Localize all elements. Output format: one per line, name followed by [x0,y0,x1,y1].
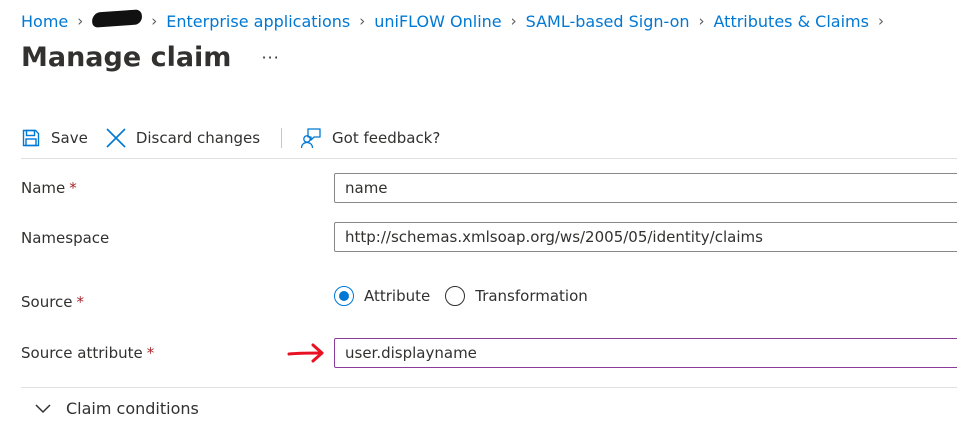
save-label: Save [51,129,88,147]
required-mark: * [76,293,85,311]
breadcrumb-home[interactable]: Home [21,12,68,31]
claim-conditions-toggle[interactable]: Claim conditions [35,399,199,418]
got-feedback-label: Got feedback? [332,129,441,147]
section-divider [21,387,957,388]
breadcrumb-attributes-claims[interactable]: Attributes & Claims [714,12,869,31]
got-feedback-button[interactable]: Got feedback? [300,127,440,149]
breadcrumb-enterprise-applications[interactable]: Enterprise applications [166,12,350,31]
chevron-right-icon: › [698,12,705,30]
source-attribute-label: Source attribute * [21,344,154,362]
claim-conditions-label: Claim conditions [66,399,199,418]
toolbar-divider [281,128,283,148]
chevron-right-icon: › [877,12,884,30]
chevron-down-icon [35,403,51,413]
namespace-label: Namespace [21,229,110,247]
radio-attribute-label: Attribute [364,287,431,305]
breadcrumb-saml-sign-on[interactable]: SAML-based Sign-on [526,12,690,31]
namespace-input[interactable]: http://schemas.xmlsoap.org/ws/2005/05/id… [334,222,957,252]
breadcrumb-app[interactable]: uniFLOW Online [374,12,501,31]
source-attribute-label-text: Source attribute [21,344,143,362]
command-bar: Save Discard changes Got feedback? [21,118,957,159]
radio-button-unchecked[interactable] [445,286,466,306]
chevron-right-icon: › [359,12,366,30]
radio-dot [339,291,349,301]
name-input[interactable]: name [334,173,957,203]
title-row: Manage claim ··· [21,42,280,73]
feedback-icon [300,128,321,149]
source-radio-attribute[interactable]: Attribute [334,286,430,306]
close-icon [106,128,126,148]
breadcrumb: Home › › Enterprise applications › uniFL… [21,8,893,33]
chevron-right-icon: › [77,12,84,30]
source-radio-group: Attribute Transformation [334,286,588,306]
source-label: Source * [21,293,84,311]
discard-changes-button[interactable]: Discard changes [106,128,260,148]
discard-changes-label: Discard changes [135,129,261,147]
required-mark: * [146,344,155,362]
source-radio-transformation[interactable]: Transformation [445,286,588,306]
save-icon [22,129,40,147]
save-button[interactable]: Save [21,128,88,148]
radio-button-checked[interactable] [334,286,354,306]
more-options-button[interactable]: ··· [261,48,279,67]
red-arrow-icon [287,343,324,363]
page-title: Manage claim [21,42,232,73]
required-mark: * [69,179,77,197]
chevron-right-icon: › [151,12,158,30]
name-label-text: Name [21,179,66,197]
source-label-text: Source [21,293,73,311]
redacted-breadcrumb [91,8,143,28]
source-attribute-dropdown[interactable]: user.displayname [334,338,957,368]
chevron-right-icon: › [510,12,517,30]
radio-transformation-label: Transformation [475,287,588,305]
name-label: Name * [21,179,77,197]
